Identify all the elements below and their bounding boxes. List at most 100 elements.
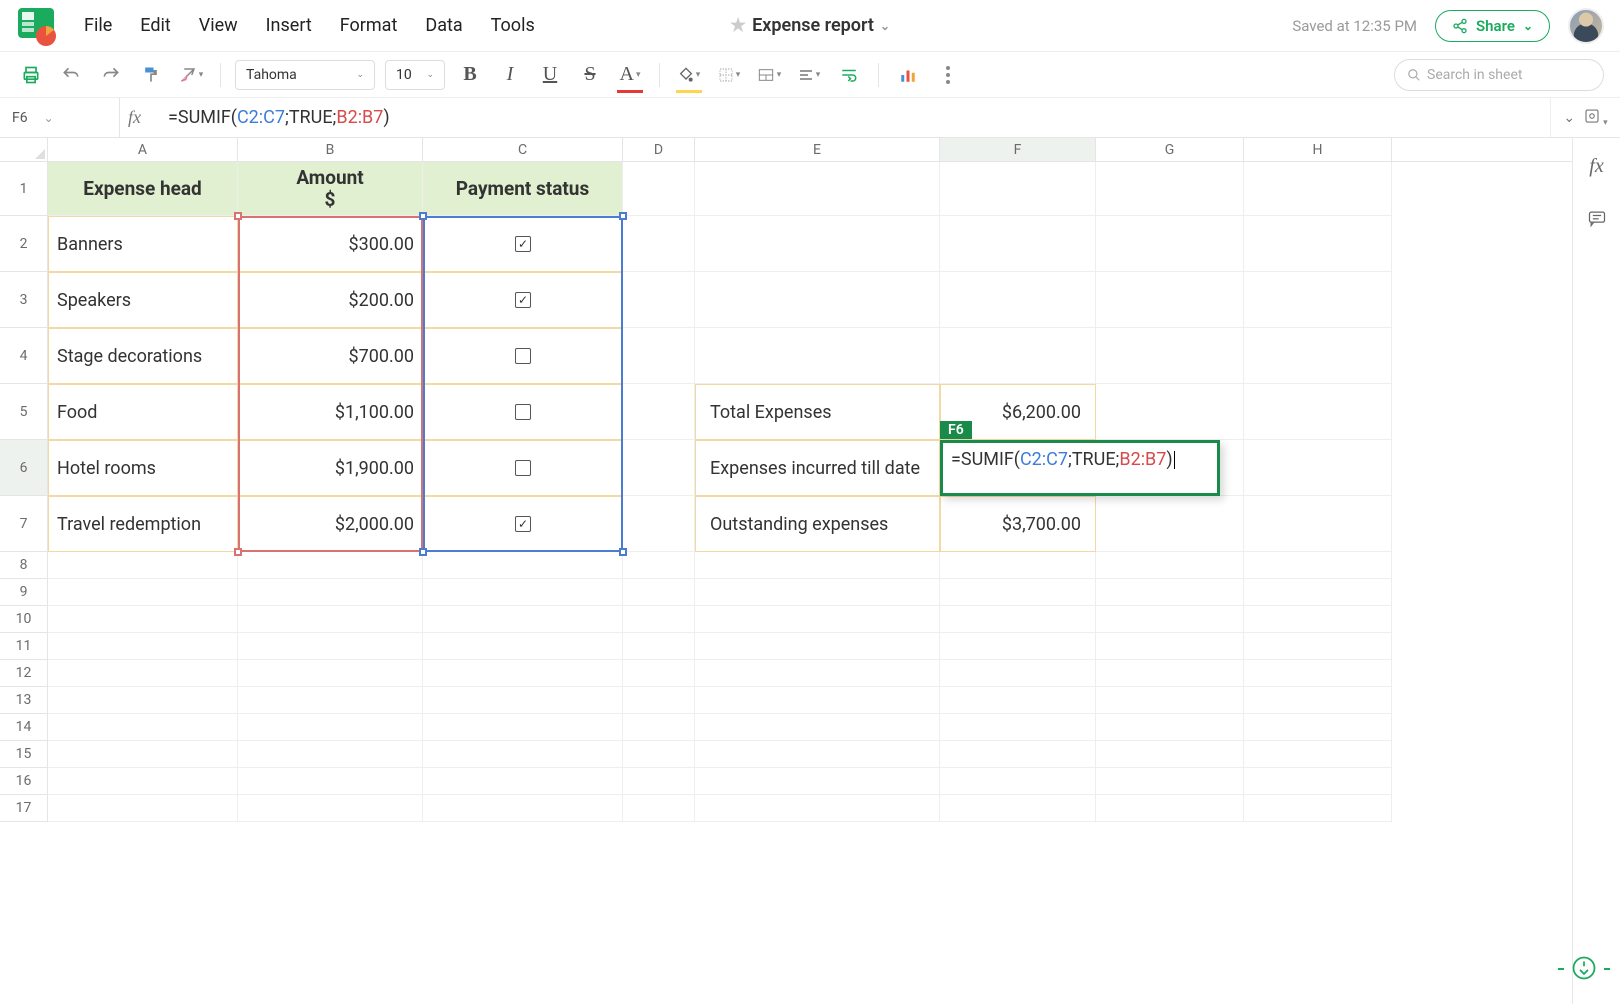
checkbox-icon[interactable]: ✓ <box>515 292 531 308</box>
spreadsheet-grid[interactable]: A B C D E F G H 1 Expense head Amount$ P… <box>0 138 1572 1004</box>
cell-b6[interactable]: $1,900.00 <box>238 440 423 496</box>
cell-c7[interactable]: ✓ <box>423 496 623 552</box>
cell-b7[interactable]: $2,000.00 <box>238 496 423 552</box>
row-header-2[interactable]: 2 <box>0 216 48 272</box>
row-header[interactable]: 8 <box>0 552 48 579</box>
row-header[interactable]: 13 <box>0 687 48 714</box>
checkbox-icon[interactable]: ✓ <box>515 516 531 532</box>
col-header-b[interactable]: B <box>238 138 423 161</box>
menu-data[interactable]: Data <box>425 15 462 36</box>
undo-icon[interactable] <box>56 60 86 90</box>
col-header-a[interactable]: A <box>48 138 238 161</box>
menu-view[interactable]: View <box>199 15 238 36</box>
menu-file[interactable]: File <box>84 15 112 36</box>
app-logo-icon[interactable] <box>16 6 56 46</box>
cell-c6[interactable] <box>423 440 623 496</box>
document-title-text: Expense report <box>752 15 874 36</box>
cell-b3[interactable]: $200.00 <box>238 272 423 328</box>
clear-format-icon[interactable]: ▾ <box>176 60 206 90</box>
row-header[interactable]: 9 <box>0 579 48 606</box>
row-header-7[interactable]: 7 <box>0 496 48 552</box>
text-color-button[interactable]: A▾ <box>615 60 645 90</box>
chevron-down-icon[interactable]: ⌄ <box>880 19 890 33</box>
row-header[interactable]: 12 <box>0 660 48 687</box>
cell-e6[interactable]: Expenses incurred till date <box>695 440 940 496</box>
col-header-h[interactable]: H <box>1244 138 1392 161</box>
underline-button[interactable]: U <box>535 60 565 90</box>
fx-icon[interactable]: fx <box>120 107 160 128</box>
format-painter-icon[interactable] <box>136 60 166 90</box>
row-header[interactable]: 16 <box>0 768 48 795</box>
cell-c5[interactable] <box>423 384 623 440</box>
document-title[interactable]: ★ Expense report ⌄ <box>730 15 890 36</box>
row-header[interactable]: 14 <box>0 714 48 741</box>
cell-editor-label: F6 <box>940 421 972 439</box>
row-header-1[interactable]: 1 <box>0 162 48 216</box>
cell-c4[interactable] <box>423 328 623 384</box>
redo-icon[interactable] <box>96 60 126 90</box>
cell-b2[interactable]: $300.00 <box>238 216 423 272</box>
font-family-select[interactable]: Tahoma⌄ <box>235 60 375 90</box>
merge-cells-button[interactable]: ▾ <box>754 60 784 90</box>
search-input[interactable]: Search in sheet <box>1394 59 1604 91</box>
formula-input[interactable]: =SUMIF(C2:C7;TRUE;B2:B7) <box>160 107 1550 128</box>
row-header[interactable]: 10 <box>0 606 48 633</box>
row-header-3[interactable]: 3 <box>0 272 48 328</box>
fx-panel-icon[interactable]: fx <box>1583 152 1611 180</box>
help-icon[interactable] <box>1566 950 1602 986</box>
text-wrap-button[interactable] <box>834 60 864 90</box>
menu-tools[interactable]: Tools <box>491 15 535 36</box>
checkbox-icon[interactable] <box>515 404 531 420</box>
menu-insert[interactable]: Insert <box>266 15 312 36</box>
checkbox-icon[interactable] <box>515 348 531 364</box>
strikethrough-button[interactable]: S <box>575 60 605 90</box>
cell-a3[interactable]: Speakers <box>48 272 238 328</box>
star-icon[interactable]: ★ <box>730 15 746 36</box>
cell-a6[interactable]: Hotel rooms <box>48 440 238 496</box>
row-header[interactable]: 17 <box>0 795 48 822</box>
cell-e7[interactable]: Outstanding expenses <box>695 496 940 552</box>
font-size-select[interactable]: 10⌄ <box>385 60 445 90</box>
formula-settings-icon[interactable]: ▾ <box>1583 107 1608 129</box>
menu-format[interactable]: Format <box>340 15 398 36</box>
col-header-c[interactable]: C <box>423 138 623 161</box>
name-box[interactable]: F6 ⌄ <box>0 98 120 137</box>
toolbar: ▾ Tahoma⌄ 10⌄ B I U S A▾ ▾ ▾ ▾ ▾ Search … <box>0 52 1620 98</box>
borders-button[interactable]: ▾ <box>714 60 744 90</box>
cell-a5[interactable]: Food <box>48 384 238 440</box>
share-button[interactable]: Share ⌄ <box>1435 10 1550 42</box>
bold-button[interactable]: B <box>455 60 485 90</box>
row-header-6[interactable]: 6 <box>0 440 48 496</box>
select-all-corner[interactable] <box>0 138 48 161</box>
cell-editor[interactable]: F6 =SUMIF(C2:C7;TRUE;B2:B7) <box>940 440 1220 496</box>
cell-a7[interactable]: Travel redemption <box>48 496 238 552</box>
italic-button[interactable]: I <box>495 60 525 90</box>
checkbox-icon[interactable]: ✓ <box>515 236 531 252</box>
col-header-d[interactable]: D <box>623 138 695 161</box>
print-icon[interactable] <box>16 60 46 90</box>
row-header-4[interactable]: 4 <box>0 328 48 384</box>
col-header-g[interactable]: G <box>1096 138 1244 161</box>
cell-a4[interactable]: Stage decorations <box>48 328 238 384</box>
cell-c3[interactable]: ✓ <box>423 272 623 328</box>
cell-b5[interactable]: $1,100.00 <box>238 384 423 440</box>
row-header-5[interactable]: 5 <box>0 384 48 440</box>
row-header[interactable]: 15 <box>0 741 48 768</box>
formula-expand-icon[interactable]: ⌄ <box>1563 110 1575 126</box>
row-header[interactable]: 11 <box>0 633 48 660</box>
align-button[interactable]: ▾ <box>794 60 824 90</box>
comments-panel-icon[interactable] <box>1583 204 1611 232</box>
cell-c2[interactable]: ✓ <box>423 216 623 272</box>
fill-color-button[interactable]: ▾ <box>674 60 704 90</box>
col-header-e[interactable]: E <box>695 138 940 161</box>
user-avatar[interactable] <box>1568 8 1604 44</box>
cell-f7[interactable]: $3,700.00 <box>940 496 1096 552</box>
more-options-icon[interactable] <box>933 60 963 90</box>
menu-edit[interactable]: Edit <box>140 15 170 36</box>
cell-e5[interactable]: Total Expenses <box>695 384 940 440</box>
cell-a2[interactable]: Banners <box>48 216 238 272</box>
cell-b4[interactable]: $700.00 <box>238 328 423 384</box>
checkbox-icon[interactable] <box>515 460 531 476</box>
chart-icon[interactable] <box>893 60 923 90</box>
col-header-f[interactable]: F <box>940 138 1096 161</box>
